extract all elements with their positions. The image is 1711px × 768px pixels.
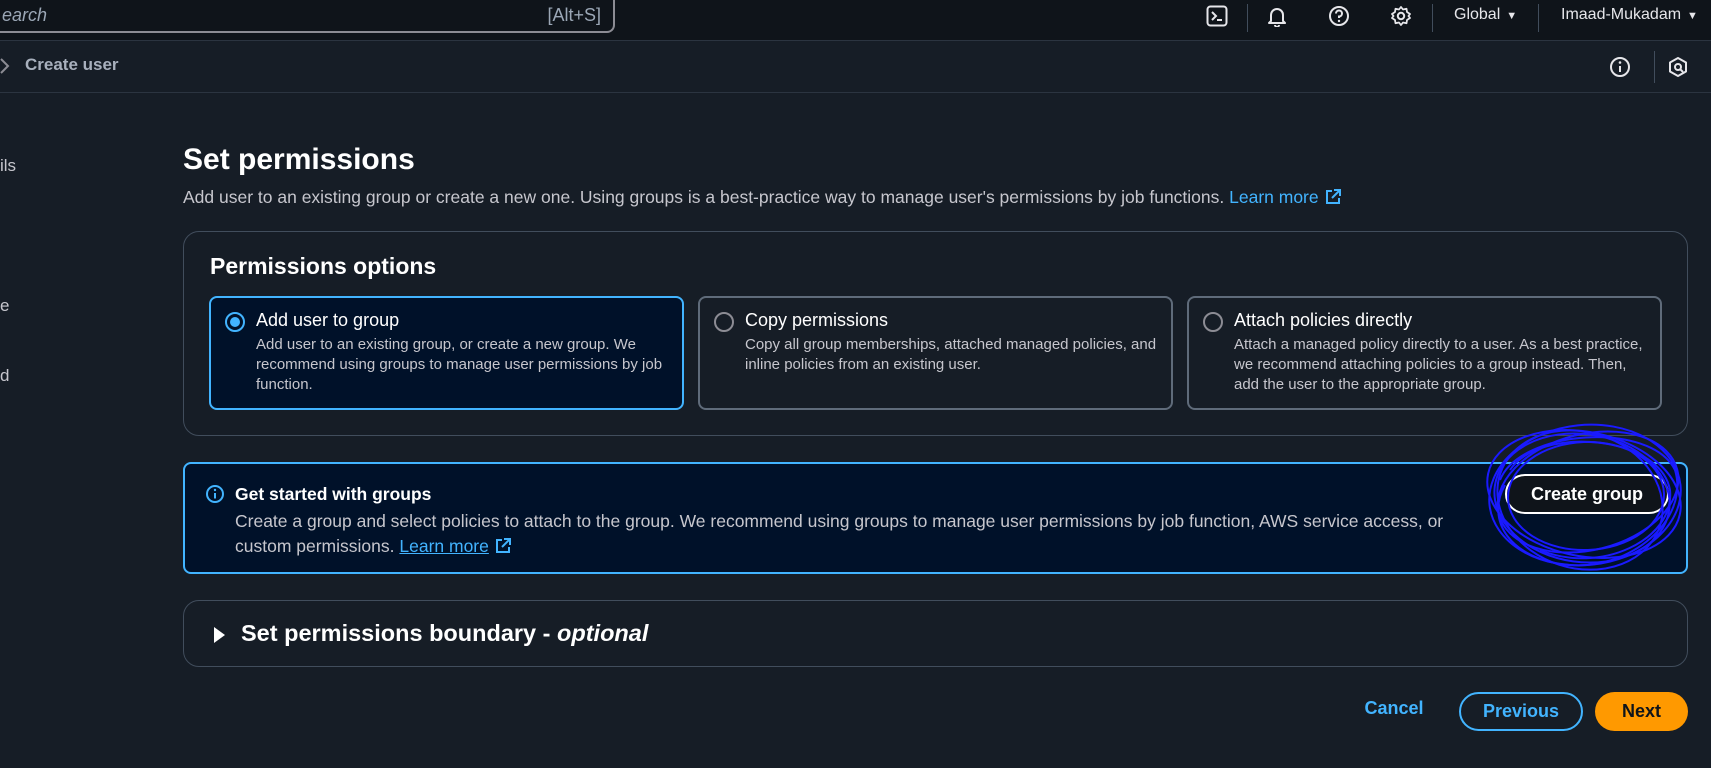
region-selector[interactable]: Global ▼ <box>1454 6 1517 24</box>
sidebar-step-fragment[interactable]: ils <box>0 156 16 176</box>
bell-icon[interactable] <box>1263 2 1291 30</box>
sidebar-step-fragment[interactable]: d <box>0 366 9 386</box>
cancel-button[interactable]: Cancel <box>1352 698 1436 724</box>
gear-icon[interactable] <box>1387 2 1415 30</box>
cloudshell-icon[interactable] <box>1203 2 1231 30</box>
divider <box>1654 51 1655 83</box>
option-label: Attach policies directly <box>1234 310 1413 330</box>
caret-right-icon <box>214 627 225 643</box>
account-label: Imaad-Mukadam <box>1561 6 1682 23</box>
feedback-icon[interactable] <box>1665 54 1691 80</box>
boundary-title-text: Set permissions boundary - <box>241 620 558 646</box>
option-label: Copy permissions <box>745 310 889 330</box>
external-link-icon <box>495 538 511 553</box>
permissions-boundary-expander[interactable]: Set permissions boundary - optional <box>183 600 1688 667</box>
help-icon[interactable] <box>1325 2 1353 30</box>
info-icon <box>205 484 225 509</box>
boundary-title: Set permissions boundary - optional <box>241 620 648 647</box>
option-add-user-to-group[interactable]: Add user to group Add user to an existin… <box>209 296 684 410</box>
learn-more-link[interactable]: Learn more <box>1229 187 1341 207</box>
option-copy-permissions[interactable]: Copy permissions Copy all group membersh… <box>698 296 1173 410</box>
chevron-right-icon <box>0 54 12 83</box>
next-button[interactable]: Next <box>1595 692 1688 731</box>
radio-unselected[interactable] <box>1203 312 1223 332</box>
region-label: Global <box>1454 6 1501 23</box>
option-description: Copy all group memberships, attached man… <box>745 336 1157 373</box>
search-input[interactable]: earch [Alt+S] <box>0 0 615 33</box>
learn-more-link[interactable]: Learn more <box>399 536 489 556</box>
breadcrumb: Create user <box>0 41 1711 93</box>
radio-selected[interactable] <box>225 312 245 332</box>
option-attach-policies-directly[interactable]: Attach policies directly Attach a manage… <box>1187 296 1662 410</box>
page-description: Add user to an existing group or create … <box>183 187 1342 208</box>
radio-unselected[interactable] <box>714 312 734 332</box>
search-placeholder: earch <box>2 5 48 25</box>
permissions-options-panel: Permissions options Add user to group Ad… <box>183 231 1688 436</box>
info-body: Create a group and select policies to at… <box>235 509 1475 559</box>
option-description: Add user to an existing group, or create… <box>256 336 663 393</box>
get-started-info-alert: Get started with groups Create a group a… <box>183 462 1688 574</box>
boundary-optional-text: optional <box>557 620 649 646</box>
caret-down-icon: ▼ <box>1506 10 1518 22</box>
page-title: Set permissions <box>183 143 415 176</box>
divider <box>1247 4 1248 32</box>
option-description: Attach a managed policy directly to a us… <box>1234 336 1643 393</box>
account-menu[interactable]: Imaad-Mukadam ▼ <box>1561 6 1698 24</box>
external-link-icon <box>1325 189 1341 204</box>
page-description-text: Add user to an existing group or create … <box>183 187 1225 207</box>
sidebar-step-fragment[interactable]: e <box>0 296 9 316</box>
panel-title: Permissions options <box>210 253 437 279</box>
info-icon[interactable] <box>1607 54 1633 80</box>
info-title: Get started with groups <box>235 484 432 504</box>
previous-button[interactable]: Previous <box>1459 692 1583 731</box>
caret-down-icon: ▼ <box>1687 10 1698 22</box>
divider <box>1432 4 1433 32</box>
learn-more-label: Learn more <box>399 536 489 556</box>
breadcrumb-current: Create user <box>25 55 119 74</box>
option-label: Add user to group <box>256 310 400 330</box>
top-navigation-bar: earch [Alt+S] Global ▼ Imaad-Mukadam ▼ <box>0 0 1711 41</box>
annotation-scribble <box>1486 423 1682 571</box>
search-shortcut-hint: [Alt+S] <box>547 5 601 25</box>
learn-more-label: Learn more <box>1229 187 1319 207</box>
divider <box>1538 4 1539 32</box>
